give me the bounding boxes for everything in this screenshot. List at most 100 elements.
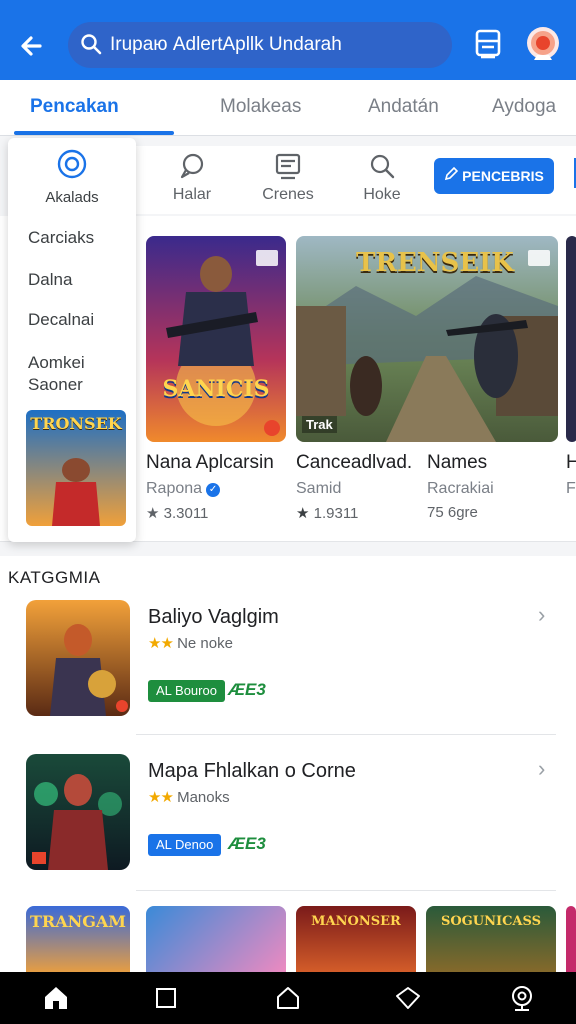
category-dropdown: Akalads Carciaks Dalna Decalnai Aomkei Sa… [8, 138, 136, 542]
game-art-badge: Trak [302, 416, 337, 433]
app-bar: Irupaю AdlertApllk Undarah [0, 10, 576, 80]
nav-home[interactable] [42, 984, 70, 1012]
tab-pencakan[interactable]: Pencakan [30, 96, 119, 118]
diamond-icon [396, 987, 420, 1009]
nav-recents[interactable] [152, 984, 180, 1012]
profile-button[interactable] [522, 22, 564, 66]
featured-rating: ★ 3.3011 [146, 504, 286, 522]
developer-name: Racrakiai [427, 480, 494, 497]
item-rating: ★★ Manoks [148, 788, 230, 806]
bottom-nav [0, 972, 576, 1024]
developer-name: Rapona [146, 480, 203, 497]
install-button-label: PENCEBRIS [462, 168, 544, 184]
developer-name: Samid [296, 480, 342, 497]
dropdown-thumbnail[interactable]: TRONSEK [26, 410, 126, 526]
quick-label: Crenes [262, 186, 314, 203]
dropdown-item[interactable]: Decalnai [28, 310, 94, 330]
item-rating: ★★ Ne noke [148, 634, 233, 652]
pen-icon [445, 167, 459, 181]
featured-subtitle: Rapona ✓ [146, 480, 286, 498]
featured-card[interactable]: SANICIS Nana Aplcarsin Rapona ✓ ★ 3.3011 [146, 236, 286, 522]
list-item[interactable]: Mapa Fhlalkan o Corne ★★ Manoks › AL Den… [0, 754, 576, 884]
chat-icon [180, 153, 204, 179]
tab-molakeas[interactable]: Molakeas [220, 96, 301, 118]
quick-crenes[interactable]: Crenes [248, 152, 328, 212]
tag-badge: AL Denoo [148, 834, 222, 856]
chevron-right-icon[interactable]: › [538, 602, 545, 628]
chevron-right-icon[interactable]: › [538, 756, 545, 782]
game-art-image [146, 236, 286, 442]
star-icon: ★★ [148, 635, 174, 652]
tab-aydoga[interactable]: Aydoga [492, 96, 556, 118]
home-outline-icon [277, 987, 299, 1009]
game-thumbnail[interactable] [146, 906, 286, 976]
back-button[interactable] [14, 26, 54, 66]
game-thumbnail[interactable]: MANONSER [296, 906, 416, 976]
game-art [566, 236, 576, 442]
dropdown-item-line: Aomkei [28, 353, 85, 372]
tab-andatan[interactable]: Andatán [368, 96, 439, 118]
dropdown-item-line: Saoner [28, 375, 83, 394]
featured-title: H [566, 452, 576, 473]
quick-halar[interactable]: Halar [152, 152, 232, 212]
price-label: ÆE3 [228, 834, 266, 853]
game-thumbnail[interactable]: TRANGAM [26, 906, 130, 976]
avatar-icon [527, 27, 559, 60]
dropdown-item[interactable]: Aomkei Saoner [28, 352, 85, 396]
dropdown-item[interactable]: Carciaks [28, 228, 94, 248]
target-icon [57, 149, 87, 179]
game-art-title: TRONSEK [30, 414, 122, 433]
library-button[interactable] [470, 26, 506, 62]
game-thumbnail[interactable] [566, 906, 576, 976]
game-art-image [26, 754, 130, 870]
nav-back[interactable] [394, 984, 422, 1012]
featured-meta: Names Racrakiai 75 6gre [427, 452, 557, 521]
game-art: TRENSEIK Trak [296, 236, 558, 442]
featured-card[interactable]: TRENSEIK Trak Canceadlvad. Samid ★ 1.931… [296, 236, 558, 522]
install-button[interactable]: PENCEBRIS [434, 158, 554, 194]
list-item[interactable]: Baliyo Vaglgim ★★ Ne noke › AL Bouroo ÆE… [0, 600, 576, 730]
quick-label: Hoke [363, 186, 401, 203]
featured-rating: ★ 1.9311 [296, 504, 426, 522]
nav-assistant[interactable] [508, 984, 536, 1012]
status-bar [0, 0, 576, 10]
verified-icon: ✓ [206, 483, 221, 497]
game-art-title: SANICIS [162, 376, 270, 402]
price-label: ÆE3 [228, 680, 266, 699]
developer-name: F [566, 480, 576, 497]
active-tab-indicator [14, 131, 174, 135]
home-icon [45, 987, 67, 1009]
quick-hoke[interactable]: Hoke [342, 152, 422, 212]
rating-text: Ne noke [177, 635, 233, 652]
library-icon [475, 29, 501, 59]
game-thumbnail[interactable]: SOGUNICASS [426, 906, 556, 976]
dropdown-header[interactable]: Akalads [8, 148, 136, 206]
game-art-title: TRENSEIK [356, 248, 514, 278]
quick-label: Halar [172, 186, 212, 203]
search-input[interactable]: Irupaю AdlertApllk Undarah [68, 22, 452, 68]
featured-title: Names [427, 452, 488, 473]
dropdown-item[interactable]: Dalna [28, 270, 72, 290]
quick-actions: Halar Crenes Hoke PENCEBRIS [136, 146, 576, 214]
featured-rating: 75 6gre [427, 504, 478, 521]
search-text: Irupaю AdlertApllk Undarah [110, 34, 342, 55]
nav-home-outline[interactable] [274, 984, 302, 1012]
star-icon: ★ [296, 505, 310, 522]
game-thumbnail [26, 754, 130, 870]
rating-value: 3.3011 [163, 505, 209, 522]
bottom-game-strip: TRANGAM MANONSER SOGUNICASS [0, 906, 576, 976]
rating-value: 1.9311 [313, 505, 359, 522]
game-thumbnail [26, 600, 130, 716]
item-name: Baliyo Vaglgim [148, 606, 279, 628]
square-icon [156, 988, 176, 1008]
game-art-title: TRANGAM [29, 912, 127, 931]
featured-title: Canceadlvad. [296, 452, 413, 473]
star-icon: ★ [146, 505, 160, 522]
game-art-title: MANONSER [311, 914, 401, 929]
divider [136, 890, 556, 891]
featured-card[interactable]: H F [566, 236, 576, 498]
game-art-image [26, 600, 130, 716]
rating-text: Manoks [177, 789, 230, 806]
featured-title: Nana Aplcarsin [146, 452, 274, 473]
dropdown-header-label: Akalads [45, 189, 99, 206]
